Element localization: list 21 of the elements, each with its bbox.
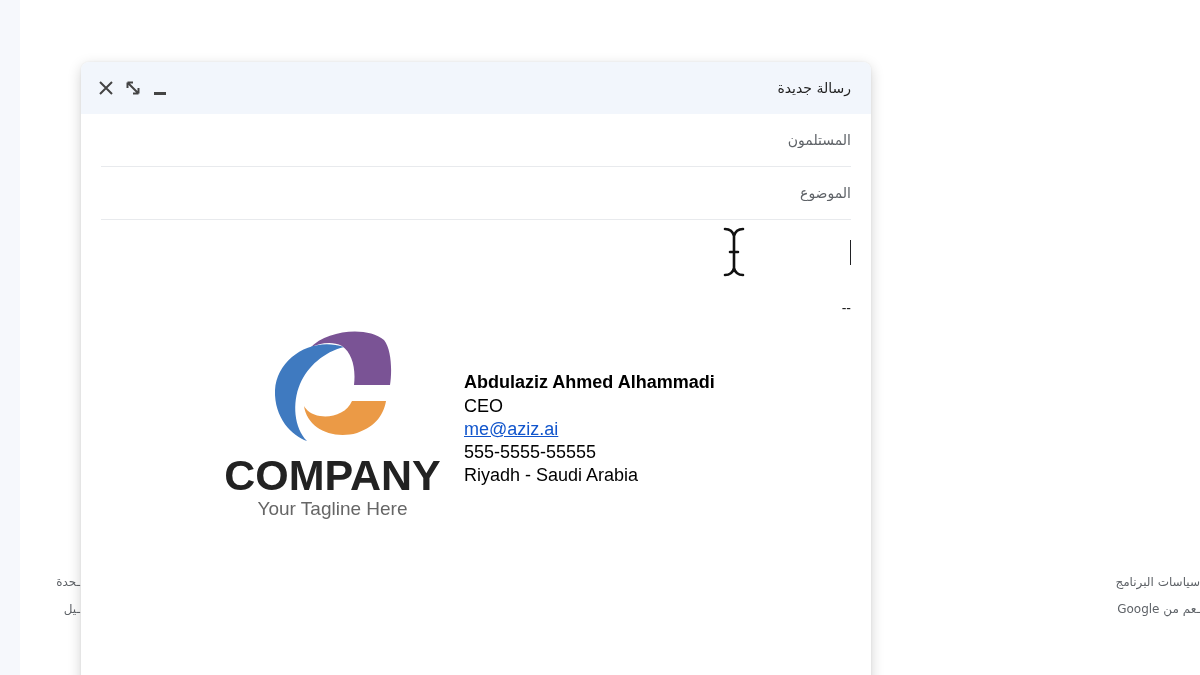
logo-tagline: Your Tagline Here: [257, 497, 408, 521]
footer-link[interactable]: ـعم من Google: [1117, 601, 1200, 618]
text-cursor-icon: [722, 226, 746, 278]
expand-icon[interactable]: [126, 81, 140, 95]
signature-separator: --: [841, 299, 851, 318]
recipients-field[interactable]: المستلمون: [101, 114, 851, 167]
text-caret-icon: [849, 240, 851, 265]
footer-link[interactable]: ـحدة: [56, 574, 80, 591]
footer-link[interactable]: ـيل: [63, 601, 80, 618]
footer-link[interactable]: سياسات البرنامج: [1115, 574, 1200, 591]
minimize-icon[interactable]: [154, 91, 166, 95]
window-title: رسالة جديدة: [777, 80, 851, 96]
message-body-field[interactable]: -- COMPANY Your Tagline Here Abdulaziz Ahmed Alhammadi CEO me@aziz.ai 555-5555-55555 Riyadh - Saudi Arabia: [101, 220, 851, 640]
signature-line: Riyadh - Saudi Arabia: [464, 464, 640, 488]
signature-line: CEO: [464, 394, 504, 418]
signature-line: 555-5555-55555: [464, 441, 598, 465]
signature-name: Abdulaziz Ahmed Alhammadi: [464, 371, 715, 395]
email-link[interactable]: me@aziz.ai: [464, 417, 559, 442]
close-icon[interactable]: [99, 81, 113, 95]
logo-wordmark: COMPANY: [224, 453, 441, 497]
subject-field[interactable]: الموضوع: [101, 167, 851, 220]
